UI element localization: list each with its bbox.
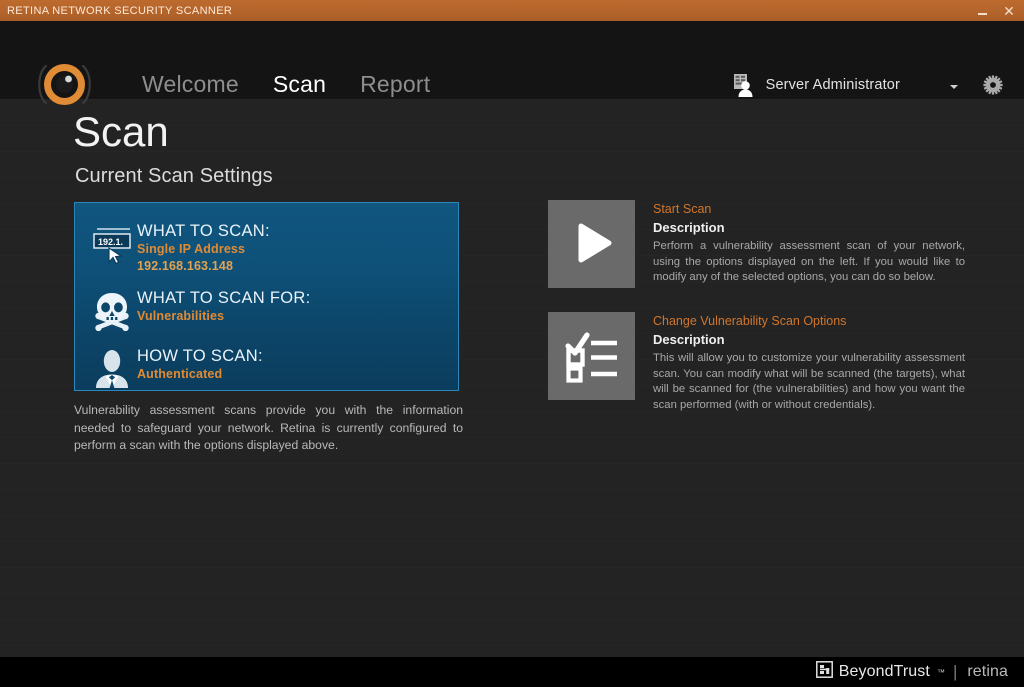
application-window: RETINA NETWORK SECURITY SCANNER ✕ Welcom…	[0, 0, 1024, 687]
start-scan-description: Perform a vulnerability assessment scan …	[653, 239, 965, 286]
minimize-icon	[978, 13, 987, 15]
minimize-button[interactable]	[968, 0, 996, 21]
start-scan-link[interactable]: Start Scan	[653, 201, 965, 217]
setting-text-what-to-scan-for: WHAT TO SCAN FOR: Vulnerabilities	[137, 288, 310, 325]
action-card-start-scan: Start Scan Description Perform a vulnera…	[548, 200, 965, 288]
setting-text-how-to-scan: HOW TO SCAN: Authenticated	[137, 346, 263, 383]
setting-value-scan-type: Vulnerabilities	[137, 308, 310, 325]
setting-row-how-to-scan[interactable]: HOW TO SCAN: Authenticated	[75, 346, 458, 392]
chevron-down-icon	[950, 85, 958, 89]
change-scan-options-description-label: Description	[653, 330, 965, 349]
close-button[interactable]: ✕	[996, 0, 1024, 21]
change-scan-options-description: This will allow you to customize your vu…	[653, 351, 965, 413]
setting-label-how-to-scan: HOW TO SCAN:	[137, 346, 263, 366]
user-area: Server Administrator	[732, 69, 1004, 101]
svg-text:192.1.: 192.1.	[98, 237, 123, 247]
action-body-change-scan-options: Change Vulnerability Scan Options Descri…	[635, 312, 965, 413]
gear-icon[interactable]	[982, 74, 1004, 96]
server-user-icon	[732, 72, 758, 98]
product-name: retina	[967, 663, 1008, 681]
brand-lockup: BeyondTrust ™ | retina	[816, 661, 1008, 683]
page-subtitle: Current Scan Settings	[75, 165, 273, 188]
app-header: Welcome Scan Report Server Administrator	[0, 21, 1024, 99]
user-dropdown-button[interactable]	[934, 76, 974, 94]
start-scan-description-label: Description	[653, 218, 965, 237]
settings-panel-note: Vulnerability assessment scans provide y…	[74, 402, 463, 455]
current-scan-settings-panel: 192.1. WHAT TO SCAN: Single IP Address 1…	[74, 202, 459, 391]
play-triangle-icon[interactable]	[548, 200, 635, 288]
beyondtrust-logo-icon	[816, 661, 833, 683]
setting-label-what-to-scan-for: WHAT TO SCAN FOR:	[137, 288, 310, 308]
setting-value-scan-target-type: Single IP Address	[137, 241, 270, 258]
main-content: Scan Current Scan Settings 192.1. WHAT T…	[0, 99, 1024, 657]
brand-name: BeyondTrust	[839, 663, 930, 681]
brand-separator: |	[953, 662, 957, 682]
setting-text-what-to-scan: WHAT TO SCAN: Single IP Address 192.168.…	[137, 221, 270, 275]
setting-value-scan-target-ip: 192.168.163.148	[137, 258, 270, 275]
nav-item-report[interactable]: Report	[360, 71, 430, 98]
setting-row-what-to-scan-for[interactable]: WHAT TO SCAN FOR: Vulnerabilities	[75, 288, 458, 334]
setting-value-scan-credentials: Authenticated	[137, 366, 263, 383]
person-suit-icon	[87, 346, 137, 392]
trademark-symbol: ™	[937, 668, 945, 677]
change-scan-options-link[interactable]: Change Vulnerability Scan Options	[653, 313, 965, 329]
nav-item-welcome[interactable]: Welcome	[142, 71, 239, 98]
retina-eye-logo	[33, 61, 96, 108]
setting-label-what-to-scan: WHAT TO SCAN:	[137, 221, 270, 241]
ip-address-input-icon: 192.1.	[87, 221, 137, 267]
window-title: RETINA NETWORK SECURITY SCANNER	[0, 5, 232, 17]
action-body-start-scan: Start Scan Description Perform a vulnera…	[635, 200, 965, 286]
action-card-change-scan-options: Change Vulnerability Scan Options Descri…	[548, 312, 965, 413]
main-navigation: Welcome Scan Report	[142, 71, 430, 98]
checklist-icon[interactable]	[548, 312, 635, 400]
nav-item-scan[interactable]: Scan	[273, 71, 326, 98]
setting-row-what-to-scan[interactable]: 192.1. WHAT TO SCAN: Single IP Address 1…	[75, 221, 458, 275]
app-footer: BeyondTrust ™ | retina	[0, 657, 1024, 687]
page-title: Scan	[73, 111, 169, 153]
user-name-label: Server Administrator	[766, 77, 900, 93]
skull-crossbones-icon	[87, 288, 137, 334]
title-bar: RETINA NETWORK SECURITY SCANNER ✕	[0, 0, 1024, 21]
